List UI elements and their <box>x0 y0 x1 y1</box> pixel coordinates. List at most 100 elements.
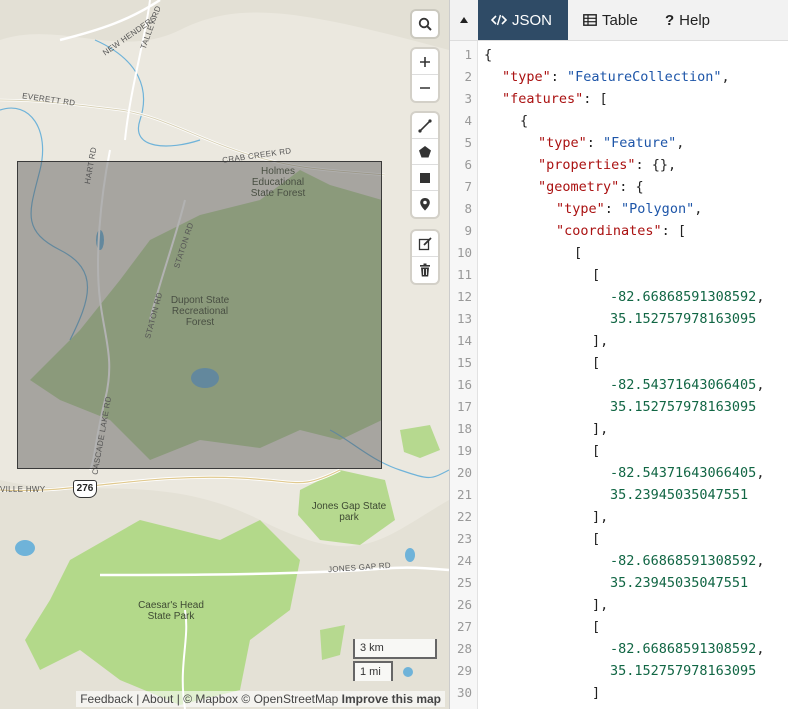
code-line: ], <box>592 509 608 525</box>
trash-icon <box>420 263 430 277</box>
code-line: -82.66868591308592, <box>610 553 764 569</box>
code-token: , <box>756 641 765 657</box>
code-token: "Polygon" <box>621 201 695 217</box>
code-token: ] <box>592 685 601 701</box>
draw-polygon-button[interactable] <box>412 139 438 165</box>
route-shield-276: 276 <box>73 480 97 498</box>
tab-json[interactable]: JSON <box>478 0 568 40</box>
tab-table[interactable]: Table <box>570 0 651 40</box>
draw-rectangle-button[interactable] <box>412 165 438 191</box>
line-number: 10 <box>456 245 472 260</box>
edit-features-button[interactable] <box>412 231 438 257</box>
marker-icon <box>420 198 430 211</box>
edit-control <box>412 231 438 283</box>
code-token: -82.66868591308592 <box>610 641 757 657</box>
code-line: "type": "FeatureCollection", <box>502 69 730 85</box>
edit-icon <box>418 236 432 250</box>
code-token: : <box>586 135 604 151</box>
code-token: : {}, <box>635 157 677 173</box>
improve-map-link[interactable]: Improve this map <box>342 692 441 706</box>
code-line: 35.23945035047551 <box>610 575 748 591</box>
code-line: ], <box>592 421 608 437</box>
code-line: 35.152757978163095 <box>610 663 756 679</box>
code-token: "type" <box>538 135 587 151</box>
code-line: -82.54371643066405, <box>610 465 764 481</box>
code-token: ], <box>592 597 609 613</box>
map-view[interactable]: Holmes Educational State Forest Dupont S… <box>0 0 449 709</box>
code-token: 35.23945035047551 <box>610 575 749 591</box>
tab-json-label: JSON <box>512 11 553 29</box>
openstreetmap-link[interactable]: © OpenStreetMap <box>241 692 338 706</box>
attribution-separator: | <box>132 692 143 706</box>
scale-bar-km: 3 km <box>353 639 437 659</box>
line-number: 21 <box>456 487 472 502</box>
attribution-separator: | <box>173 692 184 706</box>
line-number: 9 <box>464 223 472 238</box>
map-attribution: Feedback | About | © Mapbox © OpenStreet… <box>76 691 445 707</box>
code-token: ], <box>592 509 609 525</box>
tab-help-label: Help <box>679 11 711 29</box>
code-token: 35.152757978163095 <box>610 311 757 327</box>
table-icon <box>583 14 597 26</box>
code-line: [ <box>574 245 582 261</box>
app-window: Holmes Educational State Forest Dupont S… <box>0 0 788 709</box>
tab-help[interactable]: ? Help <box>652 0 723 40</box>
code-token: , <box>756 377 765 393</box>
code-line: [ <box>592 267 600 283</box>
json-editor[interactable]: 1 2 3 4 5 6 7 8 9 10 11 12 13 14 15 16 17 18 19 20 21 22 23 24 2… <box>450 41 788 709</box>
line-number: 27 <box>456 619 472 634</box>
search-icon <box>418 17 432 31</box>
line-number: 30 <box>456 685 472 700</box>
code-token: 35.152757978163095 <box>610 663 757 679</box>
line-number: 13 <box>456 311 472 326</box>
zoom-control <box>412 49 438 101</box>
mapbox-link[interactable]: © Mapbox <box>183 692 238 706</box>
line-number-gutter: 1 2 3 4 5 6 7 8 9 10 11 12 13 14 15 16 17 18 19 20 21 22 23 24 2… <box>450 41 478 709</box>
line-number: 22 <box>456 509 472 524</box>
code-token: { <box>520 113 529 129</box>
code-line: "coordinates": [ <box>556 223 686 239</box>
side-panel: JSON Table ? Help 1 2 3 4 5 6 7 8 9 10 11 1 <box>449 0 788 709</box>
line-number: 16 <box>456 377 472 392</box>
scale-bar-mi: 1 mi <box>353 661 393 681</box>
code-token: "properties" <box>538 157 636 173</box>
polygon-feature[interactable] <box>17 161 382 469</box>
line-number: 25 <box>456 575 472 590</box>
code-token: : [ <box>583 91 608 107</box>
code-line: [ <box>592 355 600 371</box>
code-line: -82.54371643066405, <box>610 377 764 393</box>
code-token: "coordinates" <box>556 223 662 239</box>
line-number: 18 <box>456 421 472 436</box>
line-number: 12 <box>456 289 472 304</box>
code-token: , <box>721 69 730 85</box>
line-number: 6 <box>464 157 472 172</box>
search-button[interactable] <box>412 11 438 37</box>
code-token: -82.66868591308592 <box>610 289 757 305</box>
zoom-in-button[interactable] <box>412 49 438 75</box>
about-link[interactable]: About <box>142 692 173 706</box>
code-token: 35.23945035047551 <box>610 487 749 503</box>
draw-line-button[interactable] <box>412 113 438 139</box>
line-number: 23 <box>456 531 472 546</box>
collapse-panel-button[interactable] <box>450 0 478 40</box>
code-line: ], <box>592 597 608 613</box>
code-token: : [ <box>661 223 687 239</box>
code-line: 35.152757978163095 <box>610 399 756 415</box>
code-line: ], <box>592 333 608 349</box>
zoom-out-button[interactable] <box>412 75 438 101</box>
line-number: 24 <box>456 553 472 568</box>
code-line: 35.152757978163095 <box>610 311 756 327</box>
code-line: 35.23945035047551 <box>610 487 748 503</box>
map-label-jones-gap: Jones Gap State park <box>311 501 387 523</box>
line-number: 8 <box>464 201 472 216</box>
code-token: , <box>756 553 765 569</box>
draw-marker-button[interactable] <box>412 191 438 217</box>
code-token: "type" <box>556 201 605 217</box>
code-token: , <box>756 465 765 481</box>
delete-features-button[interactable] <box>412 257 438 283</box>
line-number: 14 <box>456 333 472 348</box>
feedback-link[interactable]: Feedback <box>80 692 133 706</box>
question-icon: ? <box>665 11 675 29</box>
line-number: 20 <box>456 465 472 480</box>
code-line: { <box>484 47 492 63</box>
